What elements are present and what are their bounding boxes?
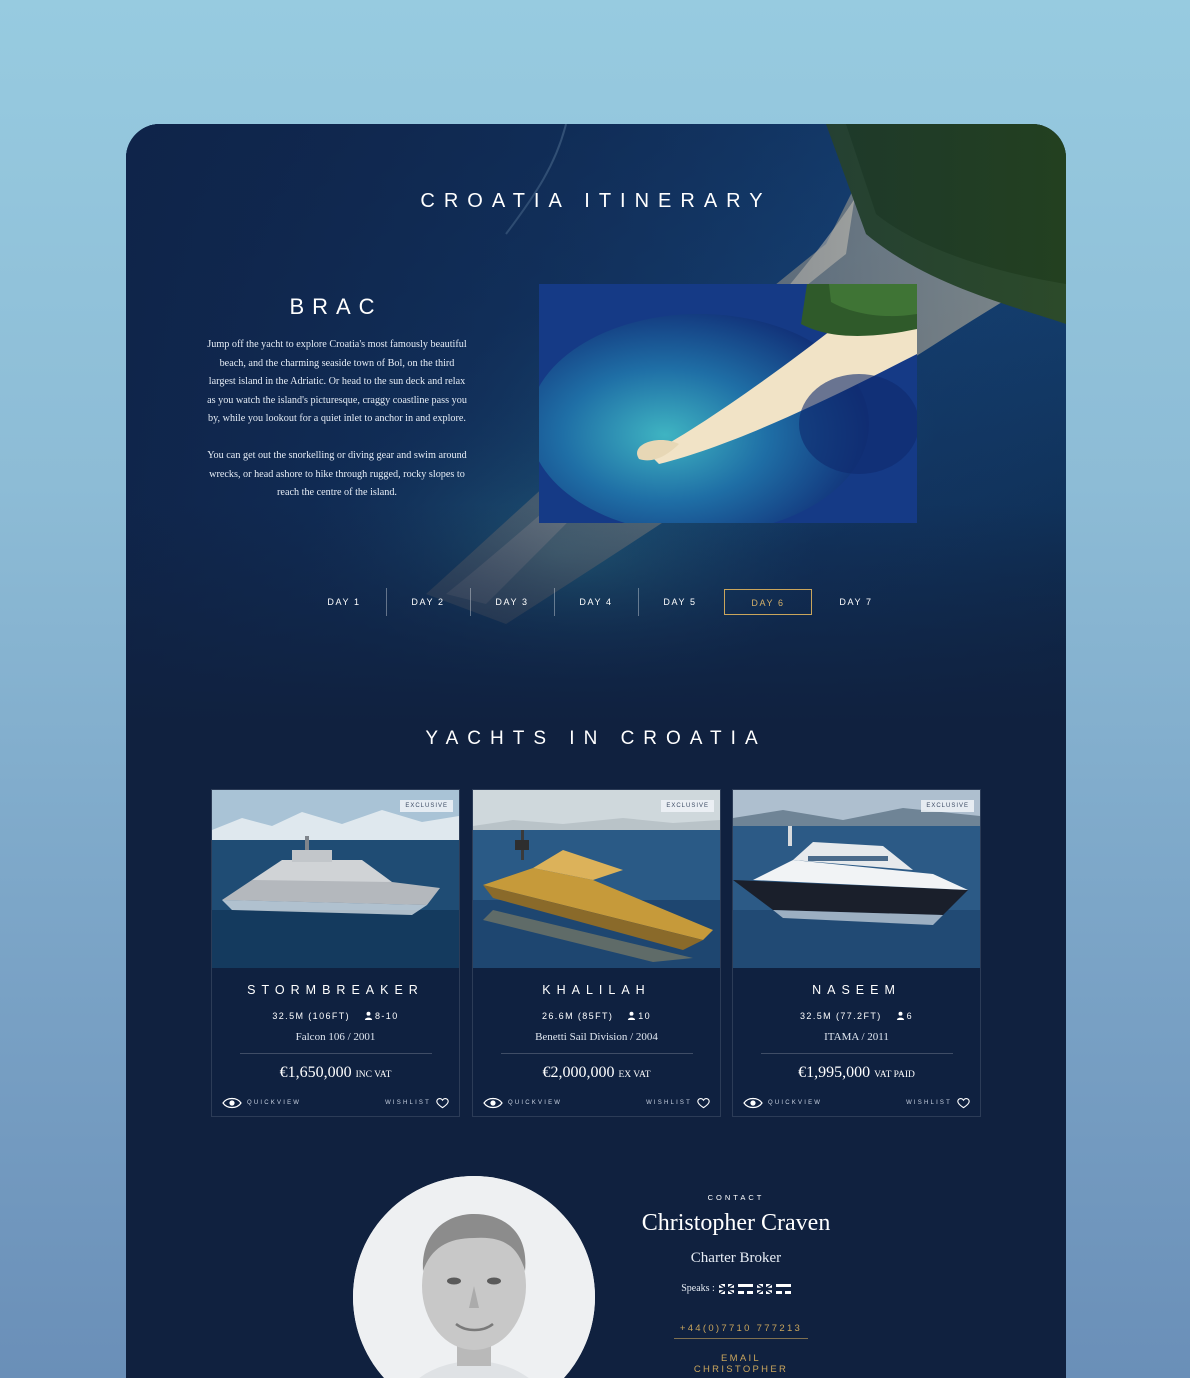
heart-icon xyxy=(697,1098,710,1109)
price-vat: EX VAT xyxy=(618,1070,651,1080)
uk-flag-icon xyxy=(756,1283,772,1294)
yacht-price: €1,995,000 VAT PAID xyxy=(733,1064,980,1082)
itinerary-title: CROATIA ITINERARY xyxy=(420,190,772,212)
yacht-model: Falcon 106 / 2001 xyxy=(295,1031,376,1043)
broker-role: Charter Broker xyxy=(690,1250,782,1266)
yacht-card-stormbreaker[interactable]: EXCLUSIVE STORMBREAKER 32.5M (106FT) 8-1… xyxy=(211,789,460,1117)
flag-icon xyxy=(737,1283,753,1294)
quickview-button[interactable]: QUICKVIEW xyxy=(222,1097,301,1109)
quickview-button[interactable]: QUICKVIEW xyxy=(483,1097,562,1109)
tab-day-5[interactable]: DAY 5 xyxy=(638,589,722,615)
exclusive-badge: EXCLUSIVE xyxy=(400,800,453,812)
place-title: BRAC xyxy=(289,294,383,319)
yacht-model: ITAMA / 2011 xyxy=(824,1031,889,1043)
page-card: CROATIA ITINERARY BRAC Jump off the yach… xyxy=(126,124,1066,1378)
description-paragraph-2: You can get out the snorkelling or divin… xyxy=(207,449,467,499)
email-broker-link[interactable]: EMAIL CHRISTOPHER xyxy=(672,1353,810,1378)
tab-day-7[interactable]: DAY 7 xyxy=(814,589,898,615)
tab-day-2[interactable]: DAY 2 xyxy=(386,588,471,616)
yacht-name[interactable]: NASEEM xyxy=(733,983,980,997)
exclusive-badge: EXCLUSIVE xyxy=(921,800,974,812)
eye-icon xyxy=(743,1097,763,1109)
yacht-price: €2,000,000 EX VAT xyxy=(473,1064,720,1082)
price-vat: VAT PAID xyxy=(874,1070,915,1080)
yacht-actions: QUICKVIEW WISHLIST xyxy=(222,1096,449,1110)
broker-name: Christopher Craven xyxy=(641,1210,831,1236)
tab-day-1[interactable]: DAY 1 xyxy=(302,588,387,616)
yacht-actions: QUICKVIEW WISHLIST xyxy=(483,1096,710,1110)
heart-icon xyxy=(436,1098,449,1109)
tab-day-6[interactable]: DAY 6 xyxy=(724,589,812,615)
yacht-model: Benetti Sail Division / 2004 xyxy=(535,1031,658,1043)
contact-label: CONTACT xyxy=(707,1193,765,1202)
yacht-photo: EXCLUSIVE xyxy=(733,790,980,968)
speaks-label: Speaks : xyxy=(681,1283,715,1294)
yacht-photo: EXCLUSIVE xyxy=(212,790,459,968)
languages: Speaks : xyxy=(586,1283,886,1294)
wishlist-button[interactable]: WISHLIST xyxy=(906,1097,970,1109)
quickview-button[interactable]: QUICKVIEW xyxy=(743,1097,822,1109)
yacht-name[interactable]: KHALILAH xyxy=(473,983,720,997)
yacht-guests: 10 xyxy=(638,1011,652,1021)
price-amount: €1,650,000 xyxy=(279,1064,352,1081)
yacht-size: 32.5M (106FT) xyxy=(272,1011,351,1021)
eye-icon xyxy=(483,1097,503,1109)
wishlist-button[interactable]: WISHLIST xyxy=(385,1097,449,1109)
price-amount: €1,995,000 xyxy=(798,1064,871,1081)
tab-day-4[interactable]: DAY 4 xyxy=(554,588,639,616)
uk-flag-icon xyxy=(718,1283,734,1294)
price-amount: €2,000,000 xyxy=(542,1064,615,1081)
yacht-guests: 8-10 xyxy=(375,1011,399,1021)
heart-icon xyxy=(957,1098,970,1109)
guests-icon xyxy=(896,1011,905,1022)
day-tabs: DAY 1 DAY 2 DAY 3 DAY 4 DAY 5 DAY 6 DAY … xyxy=(302,587,902,617)
yacht-photo: EXCLUSIVE xyxy=(473,790,720,968)
yacht-card-naseem[interactable]: EXCLUSIVE NASEEM 32.5M (77.2FT) 6 ITAMA … xyxy=(732,789,981,1117)
yacht-specs: 26.6M (85FT) 10 xyxy=(473,1011,720,1022)
broker-phone-link[interactable]: +44(0)7710 777213 xyxy=(674,1323,808,1339)
flag-icon xyxy=(775,1283,791,1294)
divider xyxy=(240,1053,432,1054)
itinerary-hero: CROATIA ITINERARY BRAC Jump off the yach… xyxy=(126,124,1066,724)
place-photo xyxy=(539,284,917,523)
yacht-size: 32.5M (77.2FT) xyxy=(800,1011,882,1021)
guests-icon xyxy=(364,1011,373,1022)
place-description: Jump off the yacht to explore Croatia's … xyxy=(206,336,468,521)
eye-icon xyxy=(222,1097,242,1109)
tab-day-3[interactable]: DAY 3 xyxy=(470,588,555,616)
divider xyxy=(501,1053,693,1054)
guests-icon xyxy=(627,1011,636,1022)
price-vat: INC VAT xyxy=(355,1070,392,1080)
yacht-guests: 6 xyxy=(906,1011,913,1021)
yacht-actions: QUICKVIEW WISHLIST xyxy=(743,1096,970,1110)
exclusive-badge: EXCLUSIVE xyxy=(661,800,714,812)
wishlist-button[interactable]: WISHLIST xyxy=(646,1097,710,1109)
broker-avatar xyxy=(353,1176,595,1378)
description-paragraph-1: Jump off the yacht to explore Croatia's … xyxy=(207,339,467,425)
yacht-name[interactable]: STORMBREAKER xyxy=(212,983,459,997)
yacht-size: 26.6M (85FT) xyxy=(541,1011,614,1021)
yacht-card-khalilah[interactable]: EXCLUSIVE KHALILAH 26.6M (85FT) 10 Benet… xyxy=(472,789,721,1117)
divider xyxy=(761,1053,953,1054)
yacht-specs: 32.5M (106FT) 8-10 xyxy=(212,1011,459,1022)
yacht-price: €1,650,000 INC VAT xyxy=(212,1064,459,1082)
yacht-specs: 32.5M (77.2FT) 6 xyxy=(733,1011,980,1022)
yachts-section-title: YACHTS IN CROATIA xyxy=(425,728,767,749)
